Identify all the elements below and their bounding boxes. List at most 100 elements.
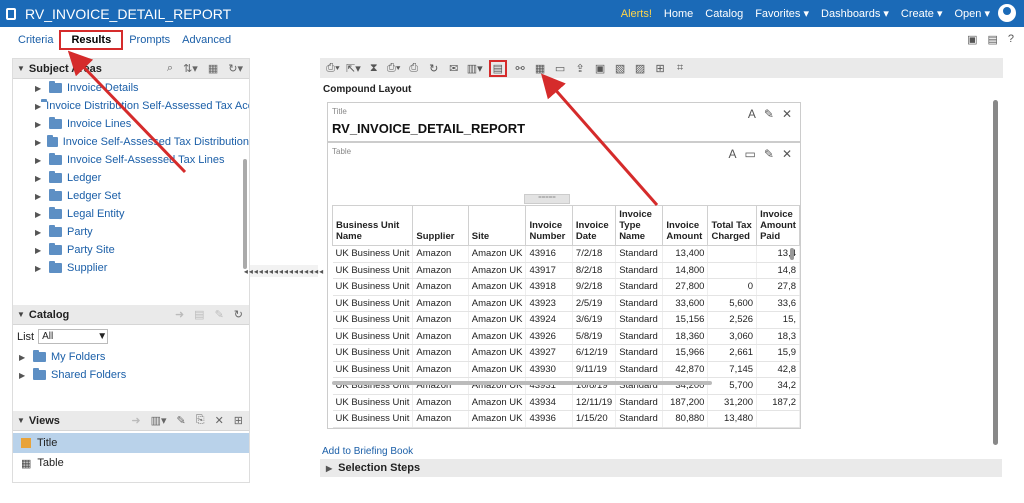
alerts-link[interactable]: Alerts! [621,8,652,20]
format-icon[interactable]: ▧ [613,62,627,75]
import-icon[interactable]: ⇪ [573,62,587,75]
nav-open[interactable]: Open ▾ [955,7,991,20]
expand-icon[interactable]: ▶ [35,174,49,183]
expand-icon[interactable]: ▶ [35,84,49,93]
collapse-icon[interactable]: ▼ [17,64,25,73]
save-icon[interactable]: ▣ [967,33,977,46]
export-icon[interactable]: ⇱▾ [346,62,361,75]
nav-create[interactable]: Create ▾ [901,7,943,20]
subject-areas-header[interactable]: ▼ Subject Areas ⌕ ⇅▾ ▦ ↻▾ [13,59,249,79]
tab-results[interactable]: Results [59,30,124,50]
column-selector-icon[interactable]: ▦ [533,62,547,75]
new-view-icon[interactable]: ▥▾ [467,62,483,75]
column-header[interactable]: Supplier [412,205,469,246]
printer-icon[interactable]: ⎙ [407,62,421,75]
column-header[interactable]: Invoice Date [571,205,617,246]
tree-item[interactable]: ▶ Invoice Distribution Self-Assessed Tax … [13,97,249,115]
catalog-header[interactable]: ▼ Catalog ➜ ▤ ✎ ↻ [13,305,249,325]
tree-scrollbar[interactable] [243,159,247,269]
format-container-icon[interactable]: A [729,147,737,161]
column-header[interactable]: Invoice Amount [662,205,709,246]
filters-icon[interactable]: ⚯ [513,62,527,75]
table-hscrollbar[interactable] [332,381,712,385]
expand-icon[interactable]: ▶ [35,264,49,273]
add-view-icon[interactable]: ▤ [488,59,508,77]
collapse-icon[interactable]: ▼ [17,416,25,425]
view-item-title[interactable]: Title [13,433,249,453]
delete-view-icon[interactable]: ✕ [215,414,224,427]
refresh-icon[interactable]: ↻▾ [228,62,243,75]
print-preview-icon[interactable]: ⎙▾ [387,62,401,75]
column-header[interactable]: Total Tax Charged [707,205,758,246]
expand-icon[interactable]: ▶ [35,228,49,237]
column-header[interactable]: Site [467,205,527,246]
panel-splitter[interactable]: ◂◂◂◂◂◂◂◂◂◂◂◂◂◂◂◂ [244,265,323,277]
new-view-icon[interactable]: ▥▾ [151,414,167,427]
view-item-table[interactable]: ▦ Table [13,453,249,473]
edit-view-icon[interactable]: ✎ [764,147,774,161]
search-icon[interactable]: ⌕ [167,62,173,75]
expand-icon[interactable]: ▶ [19,371,33,380]
nav-dashboards[interactable]: Dashboards ▾ [821,7,889,20]
tree-item[interactable]: ▶ Party Site [13,241,249,259]
prompt-icon[interactable]: ⊞ [653,62,667,75]
tree-item[interactable]: ▶ Invoice Self-Assessed Tax Lines [13,151,249,169]
refresh-icon[interactable]: ↻ [234,308,243,321]
export-view-icon[interactable]: ▭ [745,147,756,161]
mail-icon[interactable]: ✉ [447,62,461,75]
tree-item[interactable]: ▶ Ledger Set [13,187,249,205]
tab-advanced[interactable]: Advanced [176,34,237,46]
expand-icon[interactable]: ▶ [35,102,41,111]
column-header[interactable]: Invoice Amount Paid [756,205,800,246]
views-header[interactable]: ▼ Views ➜ ▥▾ ✎ ⎘ ✕ ⊞ [13,411,249,431]
tree-item[interactable]: ▶ Invoice Details [13,79,249,97]
remove-view-icon[interactable]: ✕ [782,107,792,121]
expand-icon[interactable]: ▶ [35,192,49,201]
list-select[interactable]: All ▼ [38,329,109,344]
tab-prompts[interactable]: Prompts [123,34,176,46]
catalog-item[interactable]: ▶ Shared Folders [13,366,249,384]
nav-home[interactable]: Home [664,8,693,20]
selection-steps-header[interactable]: ▶ Selection Steps [320,459,1002,477]
add-to-briefing-book-link[interactable]: Add to Briefing Book [322,446,413,457]
sort-icon[interactable]: ⇅▾ [183,62,198,75]
code-icon[interactable]: ▭ [553,62,567,75]
column-header[interactable]: Invoice Type Name [615,205,664,246]
print-icon[interactable]: ⎙▾ [326,62,340,75]
refresh-icon[interactable]: ↻ [427,62,441,75]
tree-item[interactable]: ▶ Party [13,223,249,241]
chart-icon[interactable]: ⌗ [673,62,687,75]
expand-icon[interactable]: ▶ [35,210,49,219]
tree-item[interactable]: ▶ Ledger [13,169,249,187]
collapse-icon[interactable]: ▼ [17,310,25,319]
format-container-icon[interactable]: A [748,107,756,121]
expand-icon[interactable]: ▶ [35,120,49,129]
table-scrollbar[interactable] [790,248,794,260]
user-avatar-icon[interactable] [998,4,1016,22]
remove-view-icon[interactable]: ✕ [782,147,792,161]
properties-icon[interactable]: ▣ [593,62,607,75]
column-drag-handle[interactable]: ===== [524,194,570,204]
expand-icon[interactable]: ▶ [326,464,332,473]
expand-icon[interactable]: ▶ [35,246,49,255]
nav-catalog[interactable]: Catalog [705,8,743,20]
column-header[interactable]: Business Unit Name [331,205,414,246]
column-header[interactable]: Invoice Number [525,205,573,246]
duplicate-view-icon[interactable]: ⎘ [196,414,205,427]
edit-view-icon[interactable]: ✎ [177,414,186,427]
layout-icon[interactable]: ▨ [633,62,647,75]
schedule-icon[interactable]: ⧗ [367,62,381,75]
nav-favorites[interactable]: Favorites ▾ [755,7,809,20]
edit-view-icon[interactable]: ✎ [764,107,774,121]
tree-item[interactable]: ▶ Invoice Self-Assessed Tax Distribution [13,133,249,151]
rename-view-icon[interactable]: ⊞ [234,414,243,427]
catalog-item[interactable]: ▶ My Folders [13,348,249,366]
add-to-layout-icon[interactable]: ➜ [131,414,140,427]
tree-item[interactable]: ▶ Invoice Lines [13,115,249,133]
expand-icon[interactable]: ▶ [35,138,47,147]
grid-icon[interactable]: ▦ [208,62,218,75]
tree-item[interactable]: ▶ Legal Entity [13,205,249,223]
main-scrollbar[interactable] [993,100,998,445]
help-icon[interactable]: ? [1008,33,1014,46]
save-as-icon[interactable]: ▤ [987,33,997,46]
